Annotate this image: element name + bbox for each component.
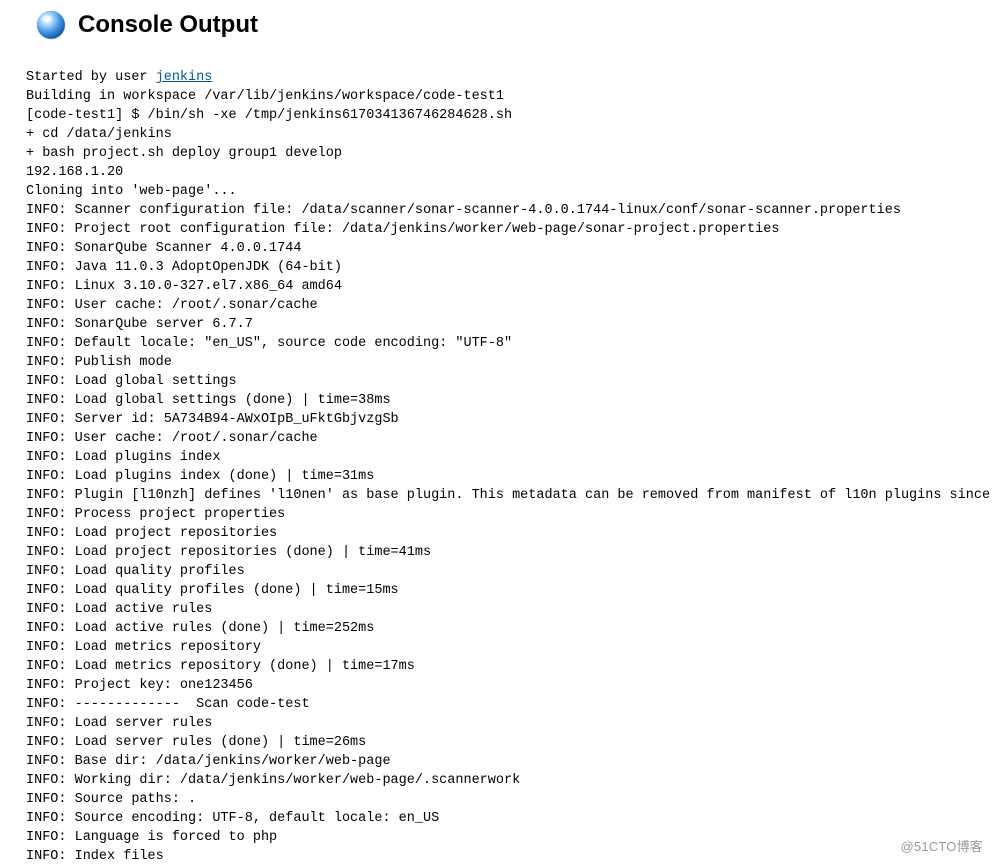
- console-line: INFO: Load server rules: [26, 714, 995, 733]
- console-line: INFO: Process project properties: [26, 505, 995, 524]
- console-line: + bash project.sh deploy group1 develop: [26, 144, 995, 163]
- console-line: INFO: Project key: one123456: [26, 676, 995, 695]
- console-line: INFO: Load server rules (done) | time=26…: [26, 733, 995, 752]
- console-line: INFO: User cache: /root/.sonar/cache: [26, 296, 995, 315]
- console-line: INFO: Load global settings (done) | time…: [26, 391, 995, 410]
- console-line: INFO: Plugin [l10nzh] defines 'l10nen' a…: [26, 486, 995, 505]
- console-line: INFO: SonarQube server 6.7.7: [26, 315, 995, 334]
- page-header: Console Output: [0, 0, 995, 50]
- console-line: 192.168.1.20: [26, 163, 995, 182]
- console-line: INFO: Index files: [26, 847, 995, 866]
- console-line: INFO: Load global settings: [26, 372, 995, 391]
- console-line: INFO: Load quality profiles: [26, 562, 995, 581]
- console-line: INFO: Working dir: /data/jenkins/worker/…: [26, 771, 995, 790]
- page-title: Console Output: [78, 11, 258, 39]
- console-line: Building in workspace /var/lib/jenkins/w…: [26, 87, 995, 106]
- console-line: INFO: Load plugins index (done) | time=3…: [26, 467, 995, 486]
- console-line: INFO: Load active rules (done) | time=25…: [26, 619, 995, 638]
- console-line: INFO: Source paths: .: [26, 790, 995, 809]
- console-line: INFO: Load metrics repository (done) | t…: [26, 657, 995, 676]
- watermark-text: @51CTO博客: [901, 836, 983, 855]
- console-line: INFO: Load project repositories (done) |…: [26, 543, 995, 562]
- console-line: INFO: Source encoding: UTF-8, default lo…: [26, 809, 995, 828]
- console-line: INFO: Default locale: "en_US", source co…: [26, 334, 995, 353]
- started-by-prefix: Started by user: [26, 70, 156, 85]
- console-line: INFO: Scanner configuration file: /data/…: [26, 201, 995, 220]
- console-line: Started by user jenkins: [26, 68, 995, 87]
- console-line: INFO: ------------- Scan code-test: [26, 695, 995, 714]
- console-line: INFO: User cache: /root/.sonar/cache: [26, 429, 995, 448]
- console-line: Cloning into 'web-page'...: [26, 182, 995, 201]
- console-line: INFO: Base dir: /data/jenkins/worker/web…: [26, 752, 995, 771]
- console-line: INFO: Load plugins index: [26, 448, 995, 467]
- console-line: INFO: Language is forced to php: [26, 828, 995, 847]
- console-line: INFO: Java 11.0.3 AdoptOpenJDK (64-bit): [26, 258, 995, 277]
- console-line: INFO: Server id: 5A734B94-AWxOIpB_uFktGb…: [26, 410, 995, 429]
- console-line: INFO: Load quality profiles (done) | tim…: [26, 581, 995, 600]
- console-line: INFO: Load project repositories: [26, 524, 995, 543]
- console-line: INFO: Load active rules: [26, 600, 995, 619]
- started-by-user-link[interactable]: jenkins: [156, 70, 213, 85]
- console-line: INFO: Publish mode: [26, 353, 995, 372]
- console-output: Started by user jenkinsBuilding in works…: [0, 50, 995, 866]
- console-line: INFO: Project root configuration file: /…: [26, 220, 995, 239]
- console-line: INFO: SonarQube Scanner 4.0.0.1744: [26, 239, 995, 258]
- status-orb-icon: [34, 8, 68, 42]
- console-line: [code-test1] $ /bin/sh -xe /tmp/jenkins6…: [26, 106, 995, 125]
- console-line: INFO: Load metrics repository: [26, 638, 995, 657]
- console-line: INFO: Linux 3.10.0-327.el7.x86_64 amd64: [26, 277, 995, 296]
- console-line: + cd /data/jenkins: [26, 125, 995, 144]
